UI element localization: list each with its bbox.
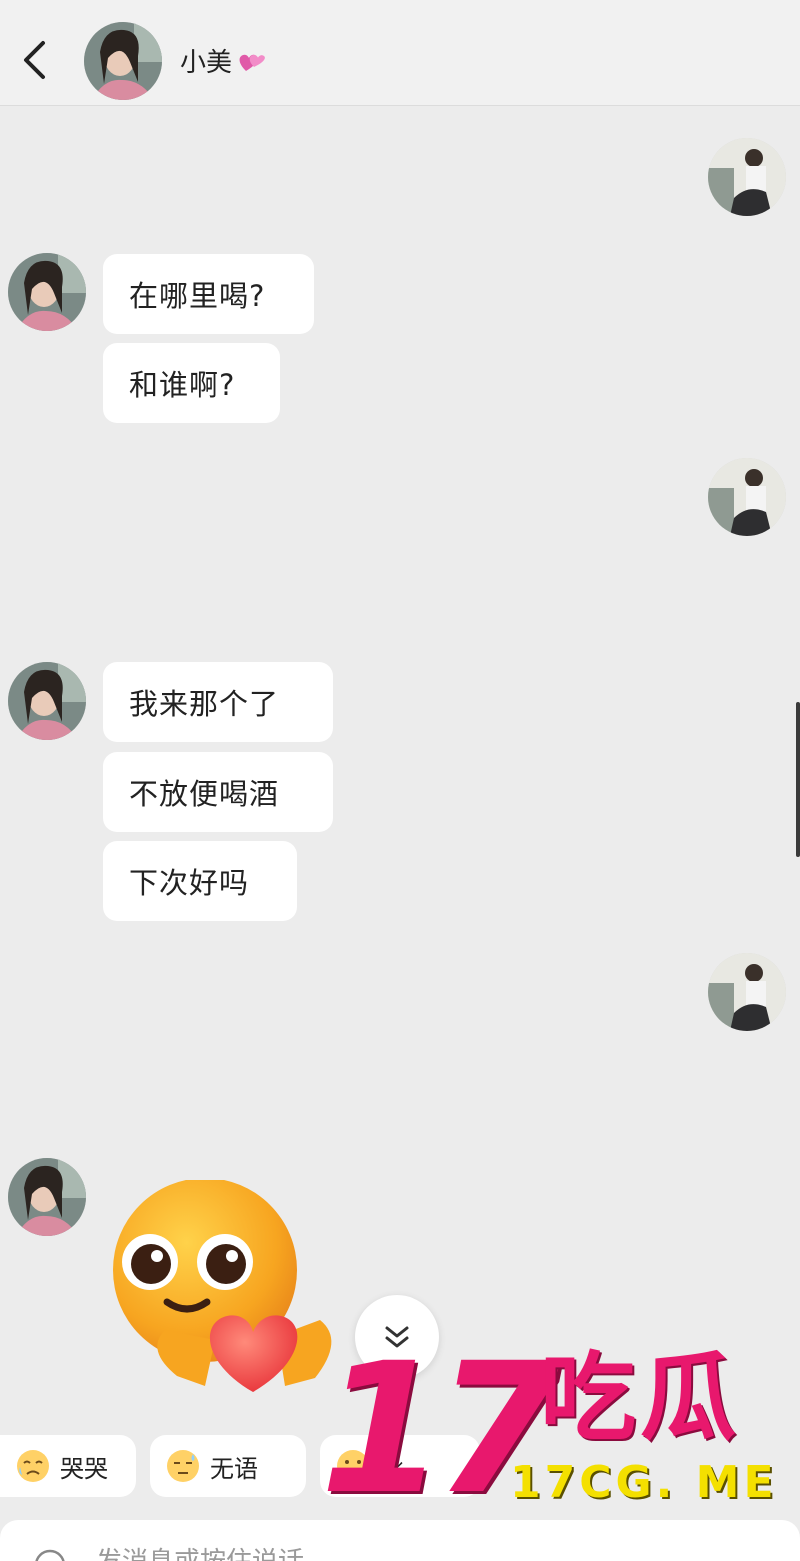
- contact-name-row: 小美: [180, 42, 268, 79]
- contact-name: 小美: [180, 48, 233, 78]
- watermark-domain: 17CG. ME: [510, 1457, 778, 1508]
- my-avatar[interactable]: [708, 953, 786, 1031]
- chevron-left-icon: [24, 41, 45, 79]
- message-bubble[interactable]: 在哪里喝?: [103, 254, 314, 334]
- contact-avatar[interactable]: [8, 1158, 86, 1236]
- contact-avatar[interactable]: [8, 253, 86, 331]
- message-text: 我来那个了: [129, 687, 280, 721]
- speechless-face-icon: [167, 1450, 199, 1482]
- quick-reply-chip[interactable]: 哭哭: [0, 1435, 136, 1497]
- voice-icon[interactable]: [28, 1545, 72, 1561]
- crying-face-icon: [17, 1450, 49, 1482]
- message-input[interactable]: 发消息或按住说话: [96, 1542, 304, 1561]
- message-text: 和谁啊?: [129, 368, 236, 402]
- chat-header: 小美: [0, 0, 800, 106]
- contact-avatar[interactable]: [84, 22, 162, 100]
- back-button[interactable]: [14, 38, 54, 82]
- quick-reply-label: 哭哭: [60, 1454, 108, 1483]
- quick-reply-chip[interactable]: 无语: [150, 1435, 306, 1497]
- quick-reply-label: 无语: [210, 1454, 258, 1483]
- my-avatar[interactable]: [708, 138, 786, 216]
- my-avatar[interactable]: [708, 458, 786, 536]
- revolving-hearts-icon: [239, 54, 265, 71]
- message-bubble[interactable]: 我来那个了: [103, 662, 333, 742]
- scrollbar[interactable]: [796, 702, 800, 857]
- message-text: 不放便喝酒: [129, 777, 280, 811]
- message-text: 下次好吗: [129, 866, 250, 900]
- message-bubble[interactable]: 不放便喝酒: [103, 752, 333, 832]
- message-bubble[interactable]: 和谁啊?: [103, 343, 280, 423]
- message-text: 在哪里喝?: [129, 279, 266, 313]
- heart-hug-sticker[interactable]: [105, 1180, 345, 1400]
- watermark-chinese: 吃瓜: [540, 1342, 740, 1454]
- message-bubble[interactable]: 下次好吗: [103, 841, 297, 921]
- contact-avatar[interactable]: [8, 662, 86, 740]
